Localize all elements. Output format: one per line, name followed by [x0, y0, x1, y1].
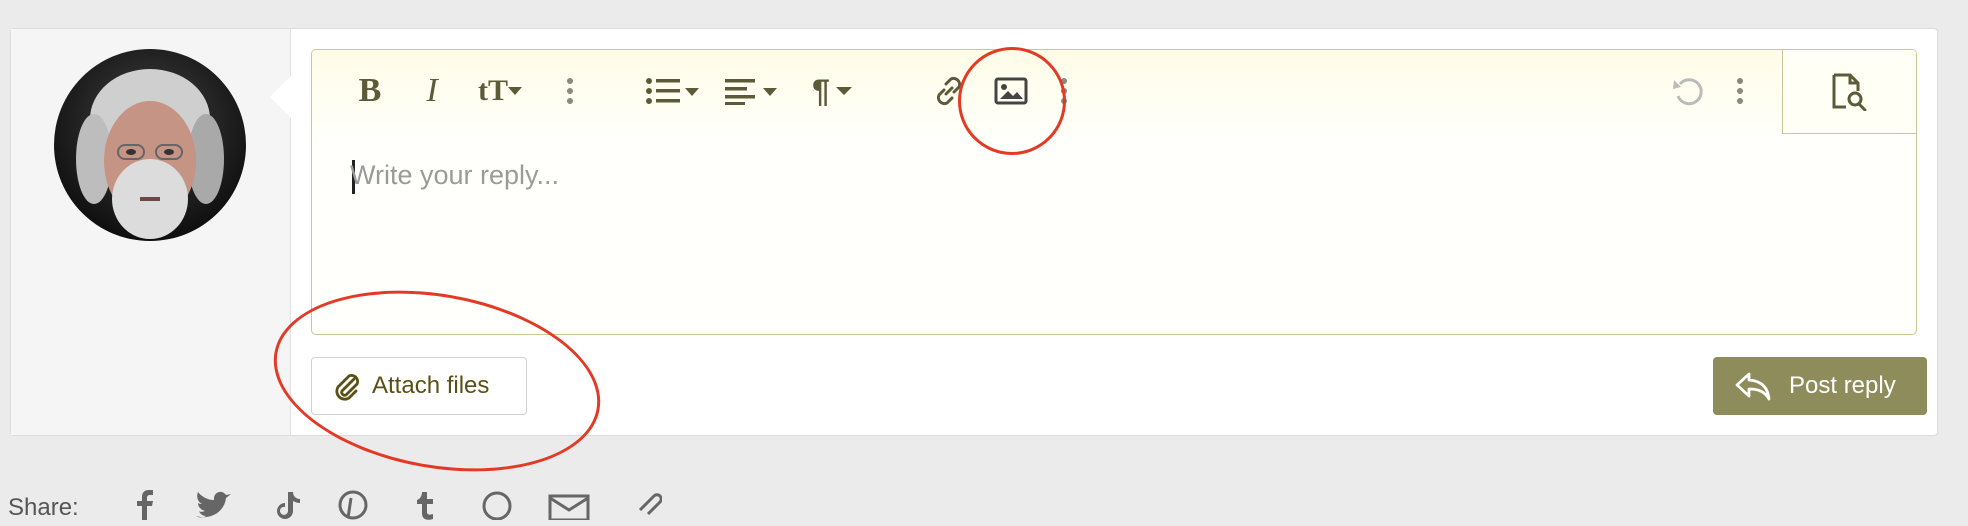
link-button[interactable] [928, 66, 970, 116]
share-bar: Share: [8, 486, 808, 526]
chevron-down-icon [508, 87, 522, 95]
vertical-ellipsis-icon [567, 78, 573, 104]
more-options-button[interactable] [1730, 66, 1750, 116]
avatar-column [11, 29, 291, 435]
bold-button[interactable]: B [350, 66, 390, 116]
undo-button[interactable] [1668, 66, 1708, 116]
preview-icon [1832, 73, 1866, 111]
more-text-options-button[interactable] [560, 66, 580, 116]
share-label: Share: [8, 494, 79, 521]
vertical-ellipsis-icon [1737, 78, 1743, 104]
link-icon [936, 76, 962, 106]
reply-icon [1735, 372, 1771, 401]
paragraph-icon: ¶ [812, 72, 830, 109]
avatar[interactable] [54, 49, 246, 241]
image-icon [994, 77, 1028, 105]
attach-files-button[interactable]: Attach files [311, 357, 527, 415]
insert-image-button[interactable] [990, 66, 1032, 116]
text-size-icon: tT [478, 74, 508, 107]
quick-reply-block: B I tT ¶ Write your reply... Attach file… [10, 28, 1938, 436]
text-size-button[interactable]: tT [464, 66, 536, 116]
list-button[interactable] [644, 66, 700, 116]
preview-button[interactable] [1782, 50, 1916, 134]
align-left-icon [725, 79, 777, 105]
editor-toolbar: B I tT ¶ [312, 50, 1916, 134]
reply-editor[interactable]: B I tT ¶ Write your reply... [311, 49, 1917, 335]
chevron-down-icon [835, 87, 852, 95]
italic-icon: I [426, 72, 438, 109]
paperclip-icon [335, 374, 359, 401]
italic-button[interactable]: I [412, 66, 452, 116]
vertical-ellipsis-icon [1061, 78, 1067, 104]
post-reply-label: Post reply [1789, 372, 1896, 399]
undo-icon [1673, 78, 1703, 106]
list-icon [646, 78, 699, 104]
attach-files-label: Attach files [372, 372, 490, 399]
reply-placeholder: Write your reply... [350, 160, 560, 190]
post-reply-button[interactable]: Post reply [1713, 357, 1927, 415]
bold-icon: B [358, 72, 382, 109]
paragraph-button[interactable]: ¶ [804, 66, 860, 116]
more-insert-options-button[interactable] [1056, 66, 1072, 116]
avatar-pointer [270, 75, 292, 119]
align-button[interactable] [724, 66, 780, 116]
